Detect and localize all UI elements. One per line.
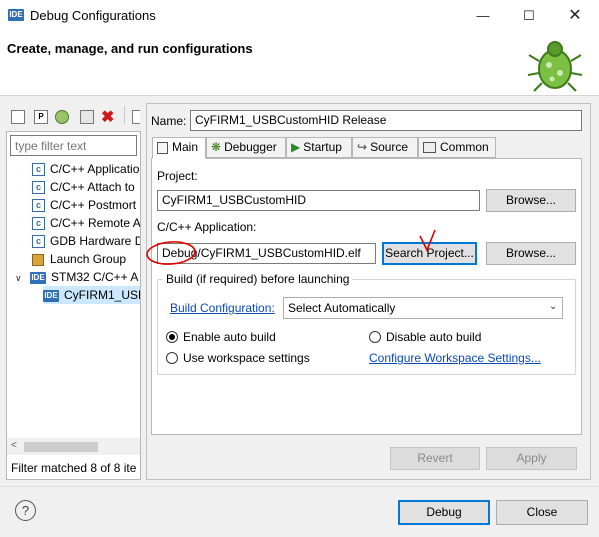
duplicate-icon[interactable]: [80, 110, 94, 124]
tab-common[interactable]: Common: [418, 137, 496, 158]
project-input[interactable]: CyFIRM1_USBCustomHID: [157, 190, 480, 211]
source-icon: ↪: [357, 140, 368, 154]
use-workspace-radio[interactable]: Use workspace settings: [166, 351, 310, 365]
ide-icon: IDE: [30, 271, 46, 284]
config-name-input[interactable]: CyFIRM1_USBCustomHID Release: [190, 110, 582, 131]
new-config-icon[interactable]: [11, 110, 25, 124]
ide-app-icon: IDE: [8, 9, 24, 21]
chevron-down-icon[interactable]: ∨: [15, 269, 25, 287]
config-tree: c C/C++ Applicatio c C/C++ Attach to c C/C+…: [7, 158, 140, 438]
radio-icon: [369, 330, 381, 343]
export-icon[interactable]: [55, 110, 69, 124]
tab-main[interactable]: Main: [152, 137, 206, 159]
tab-startup[interactable]: ▶ Startup: [286, 137, 352, 158]
launch-group-icon: [32, 253, 44, 266]
tree-item-gdb-hardware[interactable]: c GDB Hardware D: [32, 232, 140, 250]
startup-icon: ▶: [291, 140, 301, 154]
ide-icon: IDE: [43, 289, 59, 302]
debug-bug-icon: [527, 41, 583, 92]
tree-horizontal-scrollbar[interactable]: <: [7, 438, 140, 455]
bug-icon: ❋: [211, 140, 222, 154]
tree-item-cpp-remote[interactable]: c C/C++ Remote A: [32, 214, 140, 232]
scrollbar-thumb[interactable]: [24, 442, 98, 452]
project-label: Project:: [157, 169, 198, 183]
browse-project-button[interactable]: Browse...: [486, 189, 576, 212]
collapse-all-icon[interactable]: [132, 110, 140, 124]
filter-status: Filter matched 8 of 8 ite: [11, 461, 137, 475]
tree-item-launch-group[interactable]: Launch Group: [32, 250, 126, 268]
main-tab-icon: [157, 141, 168, 154]
tree-item-cpp-application[interactable]: c C/C++ Applicatio: [32, 160, 139, 178]
dialog-header: Create, manage, and run configurations: [0, 31, 599, 96]
close-button[interactable]: Close: [496, 500, 588, 525]
scroll-left-icon[interactable]: <: [11, 440, 17, 451]
footer-divider: [0, 486, 599, 487]
apply-button[interactable]: Apply: [486, 447, 577, 470]
c-config-icon: c: [32, 217, 45, 231]
revert-button[interactable]: Revert: [390, 447, 480, 470]
new-prototype-icon[interactable]: P: [34, 110, 48, 124]
toolbar-separator: [124, 106, 125, 124]
radio-selected-icon: [166, 330, 178, 343]
close-window-icon[interactable]: ✕: [552, 0, 598, 31]
maximize-icon[interactable]: ☐: [506, 0, 552, 31]
enable-auto-build-radio[interactable]: Enable auto build: [166, 330, 276, 344]
debug-button[interactable]: Debug: [398, 500, 490, 525]
chevron-down-icon[interactable]: ⌄: [549, 301, 557, 312]
common-icon: [423, 142, 436, 154]
tree-item-stm32[interactable]: ∨ IDE STM32 C/C++ A: [15, 268, 138, 286]
tree-item-cpp-attach[interactable]: c C/C++ Attach to: [32, 178, 135, 196]
browse-app-button[interactable]: Browse...: [486, 242, 576, 265]
name-label: Name:: [151, 114, 187, 128]
filter-input[interactable]: [10, 135, 137, 156]
build-config-select[interactable]: Select Automatically: [283, 297, 563, 319]
disable-auto-build-radio[interactable]: Disable auto build: [369, 330, 481, 344]
header-title: Create, manage, and run configurations: [7, 41, 253, 56]
c-config-icon: c: [32, 235, 45, 249]
tree-item-selected-config[interactable]: IDE CyFIRM1_USB: [43, 286, 140, 304]
radio-icon: [166, 351, 178, 364]
tree-item-cpp-postmortem[interactable]: c C/C++ Postmort: [32, 196, 136, 214]
tab-debugger[interactable]: ❋ Debugger: [206, 137, 286, 158]
build-configuration-link[interactable]: Build Configuration:: [170, 301, 275, 315]
help-icon[interactable]: ?: [15, 500, 36, 521]
build-group-label: Build (if required) before launching: [163, 272, 353, 286]
window-title: Debug Configurations: [30, 8, 156, 23]
c-config-icon: c: [32, 163, 45, 177]
minimize-icon[interactable]: —: [460, 0, 506, 31]
title-bar: IDE Debug Configurations — ☐ ✕: [0, 0, 599, 31]
configure-workspace-link[interactable]: Configure Workspace Settings...: [369, 351, 541, 365]
annotation-markings: [146, 229, 436, 265]
delete-icon[interactable]: ✖: [101, 107, 114, 127]
c-config-icon: c: [32, 181, 45, 195]
tab-source[interactable]: ↪ Source: [352, 137, 418, 158]
c-config-icon: c: [32, 199, 45, 213]
